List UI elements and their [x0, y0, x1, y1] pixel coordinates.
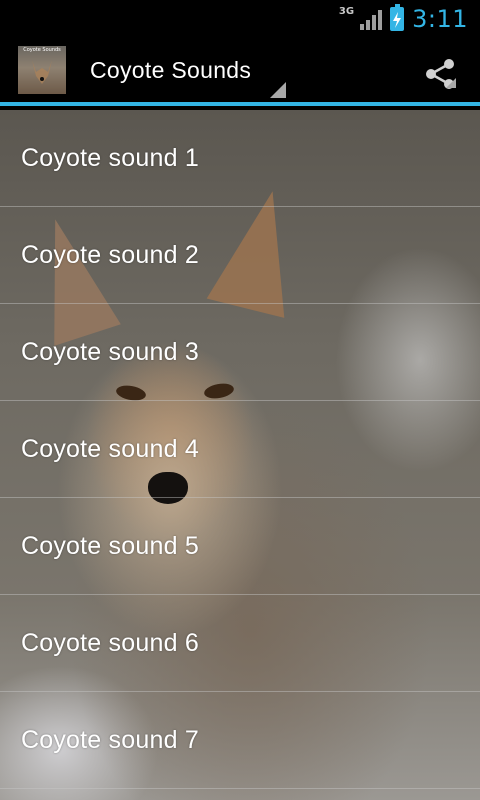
network-type: 3G: [338, 5, 355, 17]
list-item[interactable]: Coyote sound 4: [0, 401, 480, 498]
list-item[interactable]: Coyote sound 7: [0, 692, 480, 789]
title-spinner[interactable]: Coyote Sounds: [90, 36, 286, 104]
spinner-indicator-icon: [270, 82, 286, 98]
list-item[interactable]: Coyote sound 5: [0, 498, 480, 595]
list-item-label: Coyote sound 1: [21, 143, 199, 172]
signal-icon: [360, 8, 383, 30]
list-item[interactable]: Coyote sound 1: [0, 110, 480, 207]
status-bar: 3G 3:11: [0, 0, 480, 38]
coyote-background-image: Coyote sound 1 Coyote sound 2 Coyote sou…: [0, 110, 480, 800]
overflow-indicator-icon: [446, 78, 456, 88]
sound-list: Coyote sound 1 Coyote sound 2 Coyote sou…: [0, 110, 480, 789]
list-item-label: Coyote sound 7: [21, 725, 199, 754]
share-button[interactable]: [420, 54, 460, 94]
list-item-label: Coyote sound 6: [21, 628, 199, 657]
list-item[interactable]: Coyote sound 3: [0, 304, 480, 401]
list-item-label: Coyote sound 4: [21, 434, 199, 463]
list-item-label: Coyote sound 2: [21, 240, 199, 269]
clock: 3:11: [412, 5, 468, 33]
page-title: Coyote Sounds: [90, 56, 252, 83]
app-icon[interactable]: Coyote Sounds: [18, 46, 66, 94]
action-bar: Coyote Sounds Coyote Sounds: [0, 38, 480, 106]
list-item-label: Coyote sound 5: [21, 531, 199, 560]
list-item-label: Coyote sound 3: [21, 337, 199, 366]
list-item[interactable]: Coyote sound 2: [0, 207, 480, 304]
list-item[interactable]: Coyote sound 6: [0, 595, 480, 692]
battery-charging-icon: [390, 4, 405, 31]
